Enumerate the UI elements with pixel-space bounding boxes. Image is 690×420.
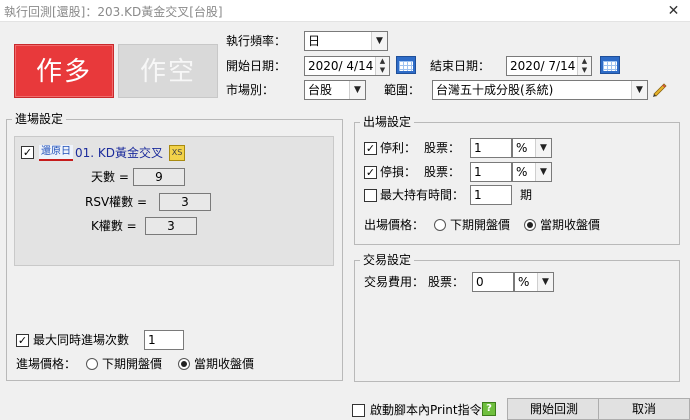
stop-loss-input[interactable]: 1 [470, 162, 512, 182]
param-value-k[interactable]: 3 [145, 217, 197, 235]
spin-down-icon[interactable]: ▼ [376, 66, 389, 75]
calendar-icon[interactable] [600, 56, 620, 74]
entry-price-next-open-label: 下期開盤價 [102, 357, 163, 371]
start-date-value: 2020/ 4/14 [308, 59, 374, 73]
spin-up-icon[interactable]: ▲ [376, 57, 389, 66]
take-profit-checkbox[interactable]: ✓ [364, 142, 377, 155]
spin-down-icon[interactable]: ▼ [578, 66, 591, 75]
exit-price-label: 出場價格： [364, 218, 425, 232]
frequency-label: 執行頻率： [226, 34, 287, 48]
stop-loss-label: 停損： [380, 165, 417, 179]
exit-price-next-open-label: 下期開盤價 [450, 218, 511, 232]
chevron-down-icon[interactable]: ▼ [631, 81, 647, 99]
chevron-down-icon[interactable]: ▼ [537, 273, 553, 291]
param-label-days: 天數 = [91, 170, 129, 184]
entry-price-current-close-radio[interactable] [178, 358, 190, 370]
max-hold-label: 最大持有時間： [380, 188, 465, 202]
short-mode-button[interactable]: 作空 [118, 44, 218, 98]
entry-price-next-open-radio[interactable] [86, 358, 98, 370]
max-hold-checkbox[interactable] [364, 189, 377, 202]
close-icon[interactable]: ✕ [657, 0, 690, 22]
take-profit-kind: 股票： [424, 141, 461, 155]
market-value: 台股 [308, 83, 333, 97]
title-bar: 執行回測[還股]：203.KD黃金交叉[台股] ✕ [0, 0, 690, 22]
end-date-spinner[interactable]: ▲ ▼ [577, 57, 591, 75]
chevron-down-icon[interactable]: ▼ [535, 163, 551, 181]
pencil-icon[interactable] [651, 80, 669, 98]
long-mode-button[interactable]: 作多 [14, 44, 114, 98]
trade-settings-legend: 交易設定 [360, 253, 415, 267]
trade-fee-input[interactable]: 0 [472, 272, 514, 292]
stop-loss-unit-select[interactable]: % ▼ [512, 162, 552, 182]
param-value-days[interactable]: 9 [133, 168, 185, 186]
start-date-label: 開始日期： [226, 59, 287, 73]
exit-settings-legend: 出場設定 [360, 115, 415, 129]
help-icon[interactable]: ? [482, 402, 496, 416]
print-command-label: 啟動腳本內Print指令 [370, 403, 482, 417]
entry-price-current-close-label: 當期收盤價 [194, 357, 255, 371]
trade-fee-unit: % [518, 275, 530, 289]
scope-value: 台灣五十成分股(系統) [436, 83, 554, 97]
restore-day-tag: 還原日 [39, 145, 73, 161]
market-select[interactable]: 台股 ▼ [304, 80, 366, 100]
stop-loss-kind: 股票： [424, 165, 461, 179]
chevron-down-icon[interactable]: ▼ [535, 139, 551, 157]
chevron-down-icon[interactable]: ▼ [371, 32, 387, 50]
strategy-panel: ✓ 還原日 01. KD黃金交叉 XS 天數 = 9 RSV權數 = 3 K權數… [14, 136, 334, 266]
stop-loss-unit: % [516, 165, 528, 179]
frequency-select[interactable]: 日 ▼ [304, 31, 388, 51]
max-entries-label: 最大同時進場次數 [33, 333, 130, 347]
scope-select[interactable]: 台灣五十成分股(系統) ▼ [432, 80, 648, 100]
entry-settings-legend: 進場設定 [12, 112, 67, 126]
spin-up-icon[interactable]: ▲ [578, 57, 591, 66]
strategy-checkbox[interactable]: ✓ [21, 146, 34, 159]
entry-price-label: 進場價格： [16, 357, 77, 371]
frequency-value: 日 [308, 34, 321, 48]
exit-price-current-close-label: 當期收盤價 [540, 218, 601, 232]
end-date-label: 結束日期： [430, 59, 491, 73]
start-backtest-button[interactable]: 開始回測 [507, 398, 601, 420]
param-label-rsv: RSV權數 = [85, 195, 148, 209]
max-entries-checkbox[interactable]: ✓ [16, 334, 29, 347]
start-date-spinner[interactable]: ▲ ▼ [375, 57, 389, 75]
market-label: 市場別： [226, 83, 275, 97]
scope-label: 範圍： [384, 83, 421, 97]
end-date-value: 2020/ 7/14 [510, 59, 576, 73]
param-value-rsv[interactable]: 3 [159, 193, 211, 211]
max-entries-input[interactable]: 1 [144, 330, 184, 350]
start-date-field[interactable]: 2020/ 4/14 ▲ ▼ [304, 56, 390, 76]
max-hold-unit: 期 [520, 188, 533, 202]
window-title: 執行回測[還股]：203.KD黃金交叉[台股] [4, 5, 223, 19]
end-date-field[interactable]: 2020/ 7/14 ▲ ▼ [506, 56, 592, 76]
take-profit-unit-select[interactable]: % ▼ [512, 138, 552, 158]
param-label-k: K權數 = [91, 219, 137, 233]
stop-loss-checkbox[interactable]: ✓ [364, 166, 377, 179]
strategy-name: 01. KD黃金交叉 [75, 146, 164, 160]
trade-fee-kind: 股票： [428, 275, 465, 289]
chevron-down-icon[interactable]: ▼ [349, 81, 365, 99]
cancel-button[interactable]: 取消 [598, 398, 690, 420]
take-profit-label: 停利： [380, 141, 417, 155]
take-profit-unit: % [516, 141, 528, 155]
calendar-icon[interactable] [396, 56, 416, 74]
take-profit-input[interactable]: 1 [470, 138, 512, 158]
trade-fee-unit-select[interactable]: % ▼ [514, 272, 554, 292]
strategy-settings-icon[interactable]: XS [169, 145, 185, 161]
exit-price-next-open-radio[interactable] [434, 219, 446, 231]
max-hold-input[interactable]: 1 [470, 185, 512, 205]
print-command-checkbox[interactable] [352, 404, 365, 417]
exit-price-current-close-radio[interactable] [524, 219, 536, 231]
trade-fee-label: 交易費用： [364, 275, 425, 289]
